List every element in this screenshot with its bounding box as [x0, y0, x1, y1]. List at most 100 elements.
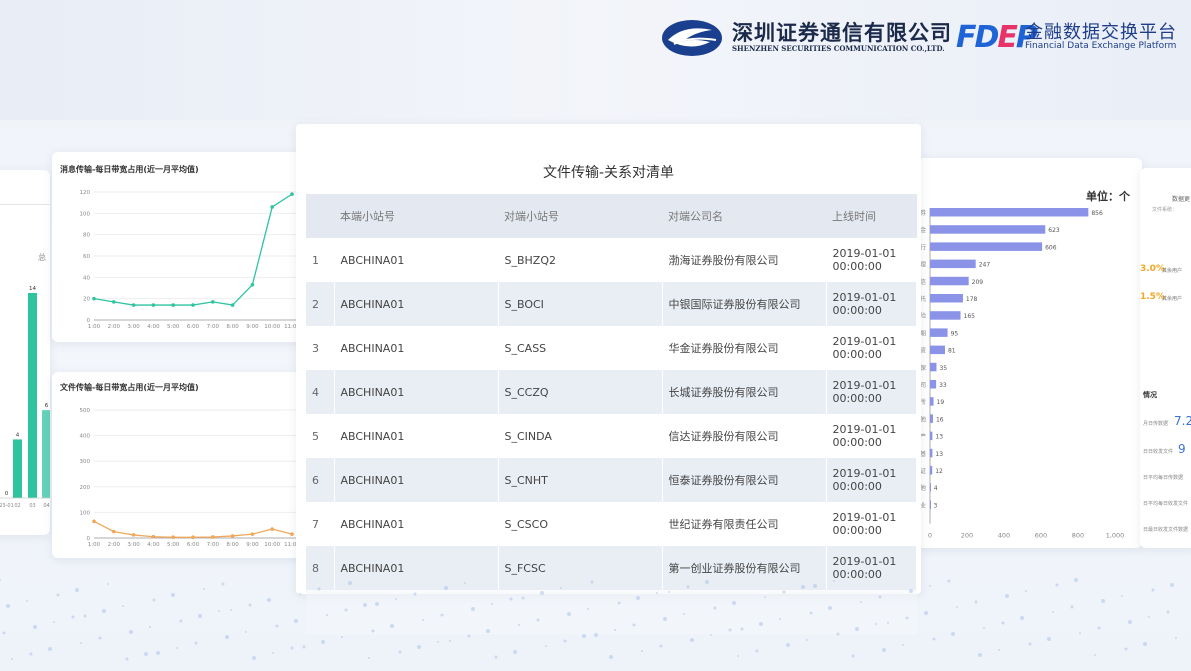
decor-dot	[218, 610, 220, 612]
decor-dot	[1124, 647, 1128, 651]
value-label: 12	[935, 468, 943, 475]
decor-dot	[668, 591, 670, 593]
bar	[930, 208, 1089, 217]
decor-dot	[417, 645, 421, 649]
cell-local-station: ABCHINA01	[334, 238, 499, 282]
decor-dot	[855, 627, 859, 631]
decor-dot	[905, 616, 909, 620]
decor-dot	[290, 646, 294, 650]
decor-dot	[390, 624, 394, 628]
bar	[930, 242, 1043, 251]
y-tick-label: 80	[83, 233, 90, 239]
data-point	[131, 303, 136, 307]
value-label: 81	[948, 348, 956, 355]
bar	[930, 345, 945, 355]
cell-local-station: ABCHINA01	[334, 282, 499, 326]
decor-dot	[248, 603, 252, 607]
decor-dot	[156, 651, 160, 655]
decor-dot	[1143, 642, 1147, 646]
decor-dot	[467, 634, 471, 638]
x-tick-label: 7:00	[207, 324, 220, 330]
decor-dot	[149, 626, 151, 628]
series-line	[93, 520, 293, 538]
decor-dot	[545, 645, 547, 647]
x-tick-label: 2:00	[108, 324, 121, 330]
bar	[930, 414, 933, 423]
decor-dot	[179, 619, 183, 623]
table-row[interactable]: 4 ABCHINA01 S_CCZQ 长城证券股份有限公司 2019-01-01 00:…	[306, 370, 917, 414]
decor-dot	[737, 655, 739, 657]
table-row[interactable]: 1 ABCHINA01 S_BHZQ2 渤海证券股份有限公司 2019-01-01 00…	[306, 238, 917, 282]
cell-peer-company: 长城证券股份有限公司	[662, 370, 827, 414]
decor-dot	[107, 583, 109, 585]
data-point	[211, 300, 215, 304]
y-tick-label: 400	[80, 434, 91, 440]
decor-dot	[129, 630, 133, 634]
col-online-time[interactable]: 上线时间	[826, 194, 917, 238]
x-tick-label: 9:00	[246, 542, 259, 548]
x-tick-label: 02	[14, 503, 20, 509]
value-label: 19	[937, 399, 945, 406]
cell-peer-station: S_CASS	[498, 326, 663, 370]
bar	[930, 466, 933, 475]
table-row[interactable]: 7 ABCHINA01 S_CSCO 世纪证券有限责任公司 2019-01-01 00:…	[306, 502, 917, 546]
decor-dot	[882, 648, 886, 652]
decor-dot	[368, 657, 370, 659]
table-row[interactable]: 5 ABCHINA01 S_CINDA 信达证券股份有限公司 2019-01-01 00…	[306, 414, 917, 458]
decor-dot	[540, 591, 544, 595]
decor-dot	[71, 615, 75, 619]
data-point	[270, 527, 274, 531]
decor-dot	[225, 635, 229, 639]
file-line-chart: 01002003004005001:00 2:00 3:00 4:00 5:00 6:00…	[80, 408, 301, 548]
decor-dot	[983, 627, 985, 629]
cell-index: 5	[306, 414, 335, 458]
x-tick-label: 3:00	[127, 542, 140, 548]
decor-dot	[398, 650, 402, 654]
cell-local-station: ABCHINA01	[334, 414, 499, 458]
decor-dot	[80, 642, 82, 644]
decor-dot	[902, 644, 904, 646]
table-row[interactable]: 6 ABCHINA01 S_CNHT 恒泰证券股份有限公司 2019-01-01 00:…	[306, 458, 917, 502]
decor-dot	[152, 598, 156, 602]
data-point	[112, 529, 116, 534]
decor-dot	[371, 629, 375, 633]
bar	[930, 483, 931, 492]
decor-dot	[375, 602, 379, 606]
value-label: 0	[5, 491, 9, 497]
decor-dot	[221, 582, 225, 586]
value-label: 6	[45, 403, 49, 409]
x-tick-label: 5:00	[167, 542, 180, 548]
decor-dot	[587, 608, 589, 610]
cell-peer-company: 渤海证券股份有限公司	[662, 238, 827, 282]
col-local-station[interactable]: 本端小站号	[334, 194, 498, 238]
bar	[930, 259, 976, 269]
col-peer-station[interactable]: 对端小站号	[498, 194, 662, 238]
cell-index: 1	[306, 238, 335, 282]
cell-peer-station: S_CSCO	[498, 502, 663, 546]
message-bandwidth-card: 消息传输-每日带宽占用(近一月平均值) 0 20 40 60 80 100 120 1:00 2…	[52, 152, 312, 342]
table-row[interactable]: 2 ABCHINA01 S_BOCI 中银国际证券股份有限公司 2019-01-01 0…	[306, 282, 917, 326]
institution-count-card: 单位：个 0 200 400 600 800 1,000 券 856 金 623 行 606 理 247 信…	[910, 158, 1142, 548]
cell-online-time: 2019-01-01 00:00:00	[826, 282, 917, 326]
data-point	[92, 519, 96, 524]
stat-label-2: 日日收发文件	[1143, 449, 1174, 455]
decor-dot	[440, 613, 444, 617]
x-tick-label: 8:00	[226, 324, 239, 330]
table-header-row: 本端小站号 对端小站号 对端公司名 上线时间	[306, 194, 917, 238]
data-point	[112, 300, 116, 304]
decor-dot	[509, 597, 513, 601]
decor-dot	[951, 632, 955, 636]
x-tick-label: 6:00	[187, 324, 200, 330]
decor-dot	[464, 582, 466, 584]
col-peer-company[interactable]: 对端公司名	[662, 194, 826, 238]
decor-dot	[686, 585, 690, 589]
cell-online-time: 2019-01-01 00:00:00	[826, 414, 917, 458]
decor-dot	[560, 587, 562, 589]
x-tick-label: 1:00	[88, 324, 101, 330]
table-row[interactable]: 3 ABCHINA01 S_CASS 华金证券股份有限公司 2019-01-01 00:…	[306, 326, 917, 370]
x-tick-label: 8:00	[226, 542, 239, 548]
bar	[28, 293, 37, 498]
brand-header: 深圳证券通信有限公司 SHENZHEN SECURITIES COMMUNICA…	[660, 14, 1180, 58]
decor-dot	[536, 618, 540, 622]
x-tick-label: 200	[961, 532, 973, 540]
